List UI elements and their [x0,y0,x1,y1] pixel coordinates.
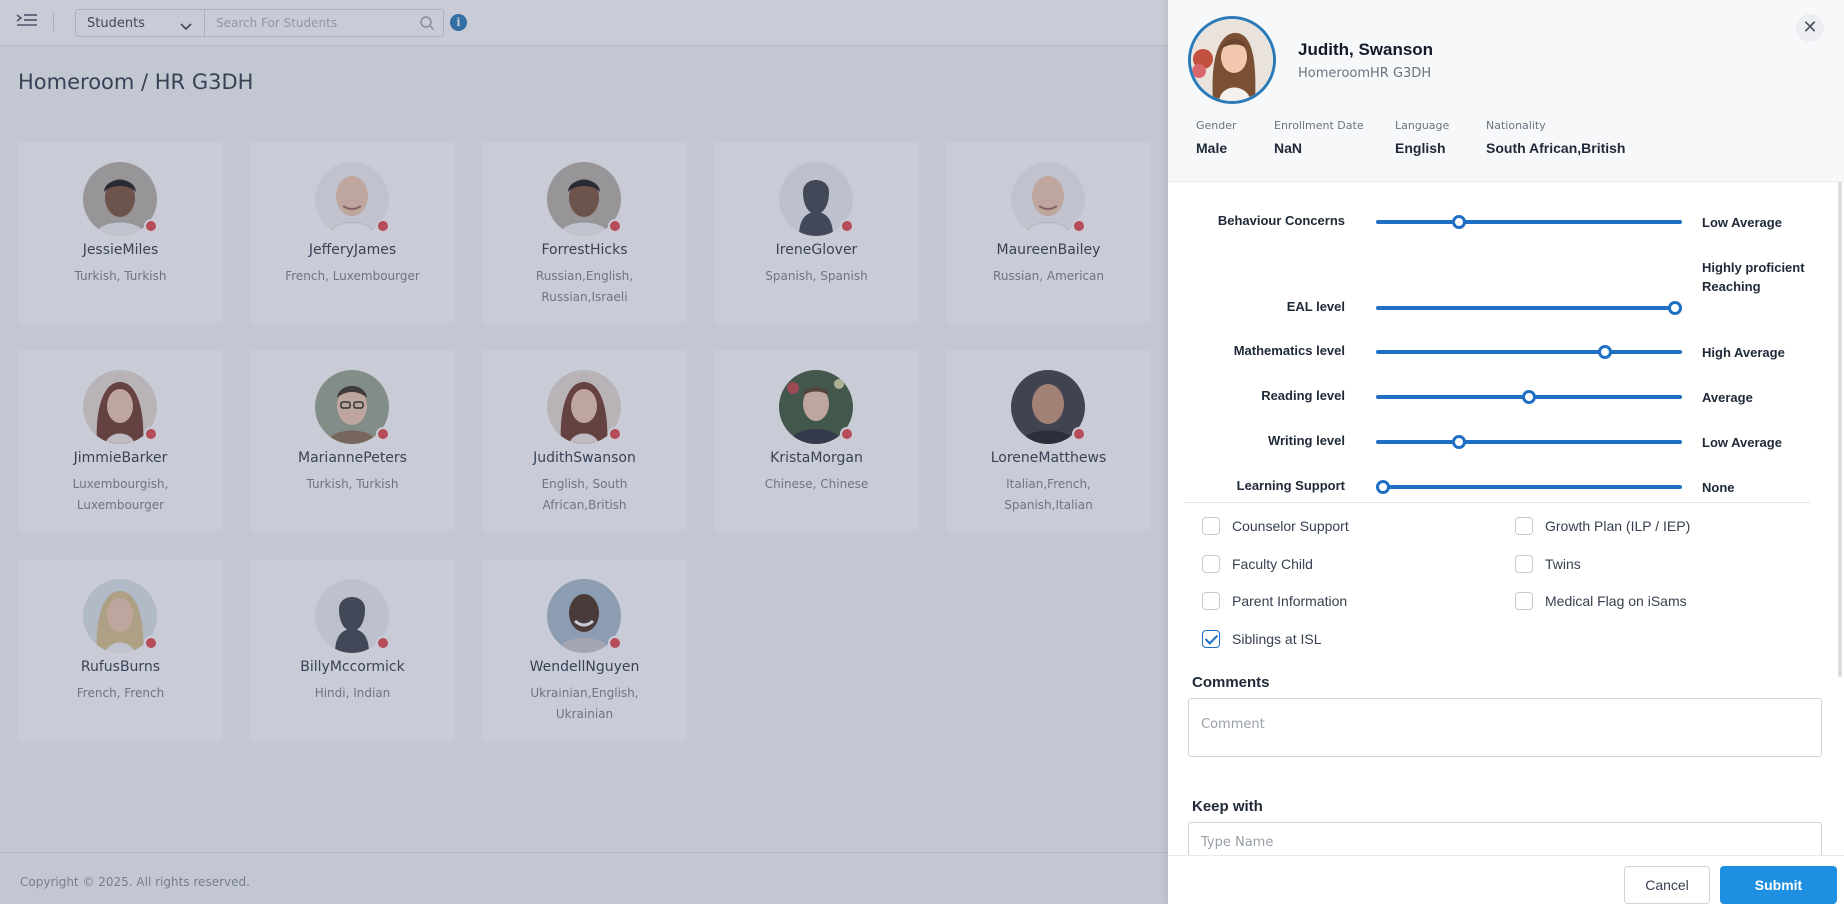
meta-label: Language [1395,119,1450,132]
slider-handle[interactable] [1451,435,1466,449]
checkbox[interactable] [1515,517,1533,535]
meta-gender: Gender Male [1196,119,1237,156]
meta-value: English [1395,140,1446,156]
checkbox-label: Parent Information [1232,593,1348,609]
close-button[interactable]: ✕ [1796,14,1824,42]
profile-avatar [1188,16,1276,104]
checkbox-label: Medical Flag on iSams [1545,593,1687,609]
drawer-footer: Cancel Submit [1168,855,1844,904]
meta-label: Nationality [1486,119,1546,132]
slider-label: EAL level [1286,299,1345,314]
slider-value: None [1702,480,1735,495]
scrollbar[interactable] [1838,182,1842,677]
meta-nationality: Nationality South African,British [1486,119,1626,156]
slider-label: Mathematics level [1233,343,1345,358]
checkbox-label: Faculty Child [1232,556,1313,572]
slider-handle[interactable] [1376,480,1390,494]
meta-language: Language English [1395,119,1449,156]
slider-handle[interactable] [1597,345,1612,359]
close-icon: ✕ [1802,17,1818,38]
meta-value: NaN [1274,140,1303,156]
student-homeroom: HomeroomHR G3DH [1298,66,1432,81]
checkbox[interactable] [1202,517,1220,535]
modal-backdrop[interactable] [0,0,1168,904]
slider-track[interactable] [1376,220,1682,224]
checkbox-label: Counselor Support [1232,518,1349,534]
slider-value: High Average [1702,345,1785,360]
checkbox[interactable] [1515,592,1533,610]
slider-handle[interactable] [1668,301,1682,315]
student-name: Judith, Swanson [1298,40,1434,59]
checkbox[interactable] [1202,592,1220,610]
checkbox[interactable] [1515,555,1533,573]
comments-textarea[interactable] [1188,698,1822,757]
slider-handle[interactable] [1451,215,1466,229]
slider-label: Writing level [1267,433,1345,448]
divider [1184,502,1810,503]
checkbox-label: Siblings at ISL [1232,631,1322,647]
keep-with-title: Keep with [1192,798,1263,815]
meta-value: Male [1196,140,1228,156]
slider-handle[interactable] [1522,390,1536,404]
slider-label: Reading level [1261,388,1345,403]
slider-value: Highly proficient Reaching [1702,260,1805,294]
slider-value: Average [1702,390,1753,405]
meta-value: South African,British [1486,140,1626,156]
slider-value: Low Average [1702,215,1782,230]
slider-value: Low Average [1702,435,1782,450]
slider-track[interactable] [1376,306,1682,310]
cancel-button[interactable]: Cancel [1624,866,1710,904]
drawer-header: Judith, Swanson HomeroomHR G3DH Gender M… [1168,0,1844,182]
slider-label: Learning Support [1236,478,1345,493]
checkbox[interactable] [1202,630,1220,648]
checkbox[interactable] [1202,555,1220,573]
student-detail-drawer: Judith, Swanson HomeroomHR G3DH Gender M… [1168,0,1844,904]
slider-track[interactable] [1376,440,1682,444]
submit-button[interactable]: Submit [1720,866,1837,904]
meta-label: Gender [1196,119,1237,132]
slider-track[interactable] [1376,350,1682,354]
meta-enrollment-date: Enrollment Date NaN [1274,119,1364,156]
checkbox-label: Growth Plan (ILP / IEP) [1545,518,1691,534]
slider-track[interactable] [1376,485,1682,489]
slider-label: Behaviour Concerns [1217,213,1345,228]
comments-title: Comments [1192,674,1270,691]
meta-label: Enrollment Date [1274,119,1364,132]
checkbox-label: Twins [1545,556,1581,572]
